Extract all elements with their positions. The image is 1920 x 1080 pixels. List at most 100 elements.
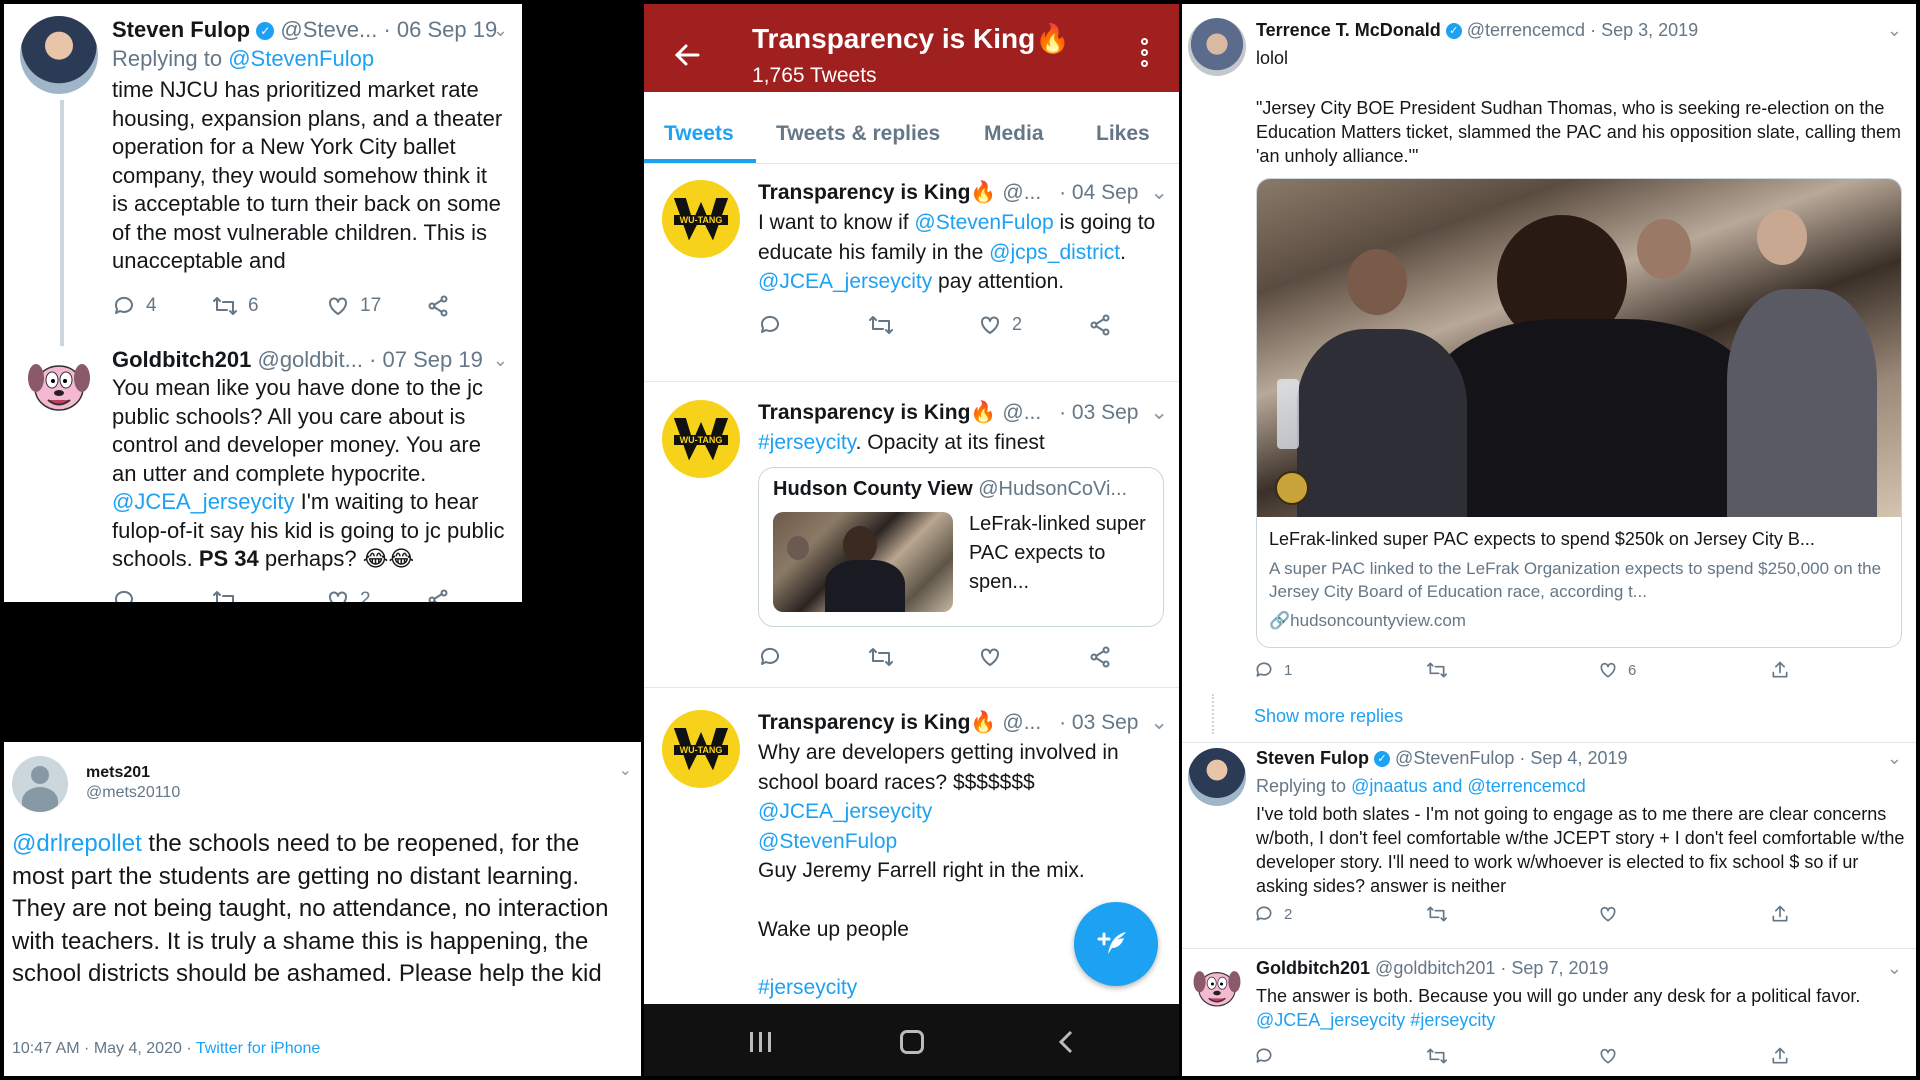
like-button[interactable]: 2 [326,588,426,602]
tweet[interactable]: WU-TANG Transparency is King🔥 @... · 03 … [644,382,1179,688]
quoted-tweet[interactable]: Hudson County View @HudsonCoVi... LeFrak… [758,467,1164,627]
hashtag-mention-links[interactable]: @JCEA_jerseycity #jerseycity [1256,1010,1495,1030]
like-button[interactable] [978,645,1088,669]
mention-link[interactable]: @StevenFulop [914,211,1053,234]
avatar[interactable] [1188,958,1246,1016]
author-name[interactable]: Transparency is King🔥 [758,711,997,734]
compose-tweet-button[interactable] [1074,902,1158,986]
back-arrow-icon[interactable] [672,40,702,70]
author-handle[interactable]: @goldbit... [257,347,363,372]
tab-media[interactable]: Media [984,122,1044,146]
recent-apps-icon[interactable] [750,1032,771,1052]
avatar[interactable] [20,16,98,94]
retweet-button[interactable] [212,588,326,602]
reply-button[interactable]: 1 [1254,660,1426,680]
tweet-date[interactable]: · 06 Sep 19 [383,17,497,42]
reply-button[interactable]: 4 [112,294,212,318]
tab-likes[interactable]: Likes [1096,122,1150,146]
tweet-date[interactable]: · Sep 3, 2019 [1590,20,1698,40]
mention-link[interactable]: @JCEA_jerseycity [758,270,932,293]
tweet-date[interactable]: · 03 Sep [1059,711,1138,734]
like-button[interactable]: 2 [978,313,1088,337]
share-button[interactable] [1770,1046,1790,1066]
author-handle[interactable]: @mets20110 [86,784,180,802]
chevron-down-icon[interactable]: ⌄ [493,16,508,44]
default-avatar-icon[interactable] [12,756,68,812]
chevron-down-icon[interactable]: ⌄ [1150,708,1168,738]
chevron-down-icon[interactable]: ⌄ [1887,748,1902,769]
reply-button[interactable]: 2 [1254,904,1426,924]
more-options-icon[interactable] [1141,38,1149,67]
back-icon[interactable] [1056,1029,1076,1055]
share-button[interactable] [426,294,450,318]
tweet-date[interactable]: · 03 Sep [1059,401,1138,424]
author-handle[interactable]: @... [1002,401,1041,424]
chevron-down-icon[interactable]: ⌄ [493,346,508,374]
tweet-timestamp[interactable]: 10:47 AM · May 4, 2020 · [12,1040,196,1057]
tweet-source-link[interactable]: Twitter for iPhone [196,1040,321,1057]
link-card[interactable]: LeFrak-linked super PAC expects to spend… [1256,178,1902,648]
share-button[interactable] [1088,313,1112,337]
share-button[interactable] [426,588,450,602]
chevron-down-icon[interactable]: ⌄ [619,760,632,780]
author-name[interactable]: Goldbitch201 [1256,958,1370,978]
reply-button[interactable] [1254,1046,1426,1066]
retweet-button[interactable]: 6 [212,294,326,318]
share-button[interactable] [1770,904,1790,924]
retweet-button[interactable] [868,313,978,337]
author-name[interactable]: Transparency is King🔥 [758,181,997,204]
retweet-button[interactable] [1426,904,1598,924]
author-handle[interactable]: @... [1002,711,1041,734]
tweet-date[interactable]: · Sep 7, 2019 [1500,958,1608,978]
show-more-replies-link[interactable]: Show more replies [1254,706,1403,727]
avatar[interactable] [20,346,98,424]
tab-tweets-replies[interactable]: Tweets & replies [776,122,940,146]
author-name[interactable]: Steven Fulop [1256,748,1369,768]
avatar[interactable]: WU-TANG [662,400,740,478]
mention-link[interactable]: @drlrepollet [12,830,142,857]
retweet-button[interactable] [1426,1046,1598,1066]
chevron-down-icon[interactable]: ⌄ [1150,178,1168,208]
chevron-down-icon[interactable]: ⌄ [1887,20,1902,41]
home-icon[interactable] [900,1030,924,1054]
author-name[interactable]: Steven Fulop [112,17,250,42]
share-button[interactable] [1088,645,1112,669]
author-handle[interactable]: @goldbitch201 [1375,958,1495,978]
share-button[interactable] [1770,660,1790,680]
like-button[interactable]: 17 [326,294,426,318]
avatar[interactable]: WU-TANG [662,710,740,788]
tweet-steven-fulop[interactable]: Steven Fulop ✓ @Steve... · 06 Sep 19 ⌄ R… [20,16,516,318]
retweet-button[interactable] [868,645,978,669]
tweet-date[interactable]: · 07 Sep 19 [369,347,483,372]
chevron-down-icon[interactable]: ⌄ [1150,398,1168,428]
author-handle[interactable]: @... [1002,181,1041,204]
tweet-goldbitch201[interactable]: Goldbitch201 @goldbit... · 07 Sep 19 ⌄ Y… [20,346,516,602]
avatar[interactable] [1188,18,1246,76]
tweet-date[interactable]: · Sep 4, 2019 [1519,748,1627,768]
mention-link[interactable]: @JCEA_jerseycity [758,797,1168,827]
tweet-date[interactable]: · 04 Sep [1059,181,1138,204]
author-handle[interactable]: @terrencemcd [1467,20,1585,40]
hashtag-link[interactable]: #jerseycity [758,431,856,454]
author-handle[interactable]: @Steve... [280,17,377,42]
author-handle[interactable]: @StevenFulop [1395,748,1514,768]
mention-link[interactable]: @jcps_district [989,241,1120,264]
reply-button[interactable] [758,645,868,669]
tweet[interactable]: WU-TANG Transparency is King🔥 @... · 04 … [644,164,1179,382]
author-name[interactable]: Goldbitch201 [112,347,251,372]
tab-tweets[interactable]: Tweets [664,122,734,146]
author-name[interactable]: Transparency is King🔥 [758,401,997,424]
reply-button[interactable] [758,313,868,337]
author-name[interactable]: Terrence T. McDonald [1256,20,1441,40]
mention-link[interactable]: @JCEA_jerseycity [112,489,295,514]
retweet-button[interactable] [1426,660,1598,680]
replying-mentions[interactable]: @jnaatus and @terrencemcd [1351,776,1586,796]
author-name[interactable]: mets201 [86,764,180,782]
avatar[interactable]: WU-TANG [662,180,740,258]
like-button[interactable] [1598,904,1770,924]
reply-button[interactable] [112,588,212,602]
mention-link[interactable]: @StevenFulop [758,827,1168,857]
like-button[interactable]: 6 [1598,660,1770,680]
like-button[interactable] [1598,1046,1770,1066]
chevron-down-icon[interactable]: ⌄ [1887,958,1902,979]
